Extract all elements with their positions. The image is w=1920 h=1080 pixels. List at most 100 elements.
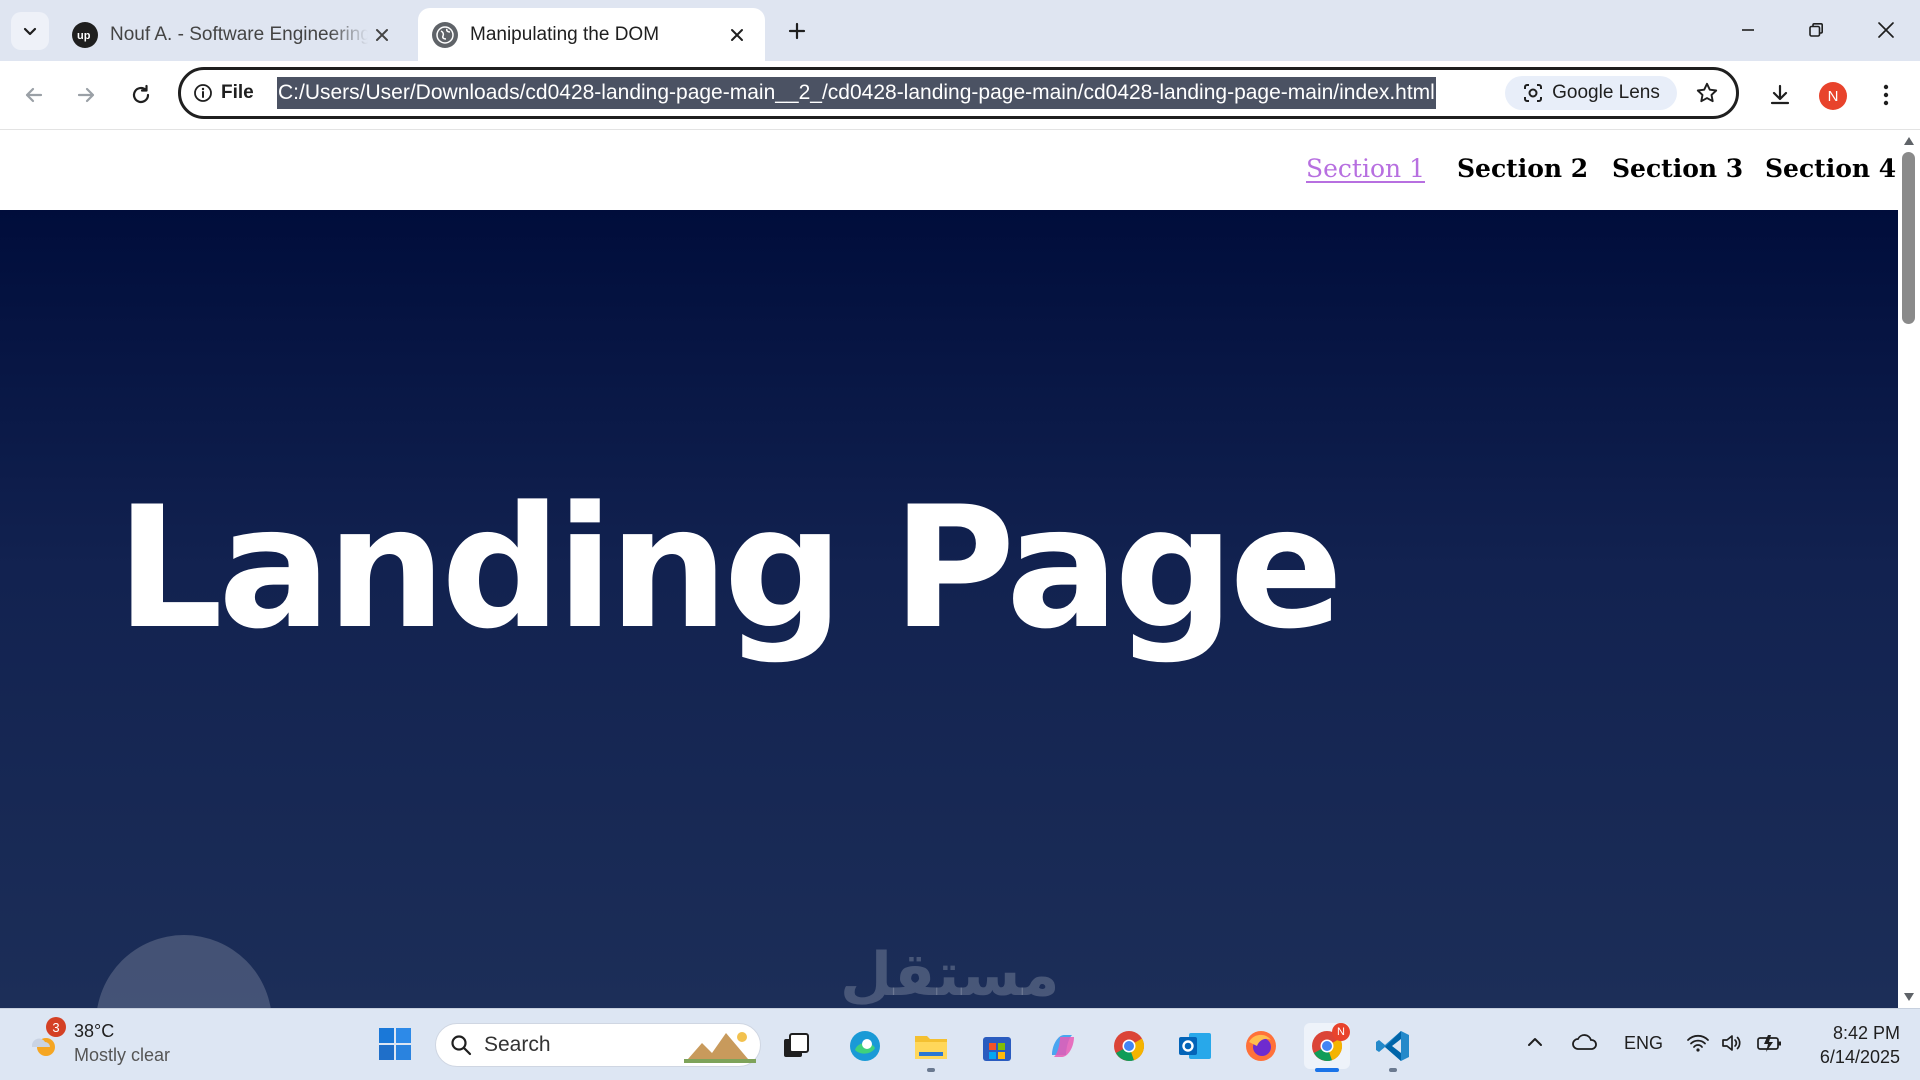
arrow-right-icon [75,84,97,106]
folder-icon [913,1030,949,1062]
lens-icon [1522,82,1544,104]
task-view-icon [781,1031,811,1061]
edge-icon [847,1028,883,1064]
tab-title: Nouf A. - Software Engineering [110,23,368,45]
taskbar-chrome-2[interactable]: N [1304,1023,1350,1072]
store-icon [980,1029,1014,1063]
search-icon [450,1034,472,1056]
address-bar[interactable]: File C:/Users/User/Downloads/cd0428-land… [178,67,1739,119]
wifi-icon [1686,1033,1710,1053]
nav-section-1[interactable]: Section 1 [1306,154,1425,183]
clock[interactable]: 8:42 PM 6/14/2025 [1800,1021,1900,1069]
site-info-label: File [221,82,254,103]
windows-logo-icon [378,1027,412,1061]
svg-text:up: up [77,30,91,42]
arrow-left-icon [23,84,45,106]
close-icon[interactable] [368,21,396,49]
chevron-up-icon [1526,1033,1544,1051]
tab-title: Manipulating the DOM [470,23,660,45]
chrome-profile-badge: N [1332,1023,1350,1041]
firefox-icon [1243,1028,1279,1064]
language-indicator[interactable]: ENG [1624,1033,1663,1054]
clock-time: 8:42 PM [1832,1023,1900,1043]
wifi-button[interactable] [1686,1033,1710,1053]
site-info-button[interactable]: File [193,79,254,107]
search-placeholder: Search [484,1033,551,1056]
minimize-icon [1740,22,1756,38]
info-icon [193,83,213,103]
page-scrollbar[interactable] [1898,130,1920,1008]
nav-section-4[interactable]: Section 4 [1765,154,1896,183]
restore-icon [1808,22,1824,38]
minimize-button[interactable] [1724,8,1772,52]
chevron-down-icon [22,23,38,39]
vscode-icon [1375,1028,1411,1064]
weather-widget[interactable]: 3 38°C Mostly clear [24,1017,171,1067]
scroll-down-arrow[interactable] [1902,990,1916,1004]
volume-icon [1720,1033,1744,1053]
taskbar-chrome-1[interactable] [1106,1023,1152,1069]
download-icon [1768,83,1792,107]
taskbar-outlook[interactable] [1172,1023,1218,1069]
scroll-up-arrow[interactable] [1902,134,1916,148]
taskbar-microsoft-store[interactable] [974,1023,1020,1069]
restore-button[interactable] [1792,8,1840,52]
page-viewport: Section 1 Section 2 Section 3 Section 4 … [0,130,1898,1008]
hero-title: Landing Page [116,470,1343,666]
nav-section-3[interactable]: Section 3 [1612,154,1743,183]
tray-overflow-button[interactable] [1526,1033,1544,1051]
scroll-thumb[interactable] [1902,152,1915,324]
copilot-icon [1046,1029,1080,1063]
tab-strip: up Nouf A. - Software Engineering Manipu… [0,0,1920,61]
taskbar-copilot[interactable] [1040,1023,1086,1069]
windows-taskbar: 3 38°C Mostly clear Search N ENG 8:42 PM… [0,1008,1920,1080]
close-icon[interactable] [723,21,751,49]
url-text[interactable]: C:/Users/User/Downloads/cd0428-landing-p… [277,77,1436,109]
search-highlight-icon [684,1027,756,1063]
decorative-circle [96,935,272,1008]
active-indicator [1315,1068,1339,1072]
page-navbar: Section 1 Section 2 Section 3 Section 4 [0,130,1898,210]
back-button[interactable] [14,75,54,115]
globe-icon [432,21,458,48]
tab-search-button[interactable] [11,12,49,50]
taskbar-file-explorer[interactable] [908,1023,954,1072]
close-window-button[interactable] [1862,8,1910,52]
battery-charging-icon [1756,1033,1784,1053]
tab-upwork[interactable]: up Nouf A. - Software Engineering [58,8,410,61]
star-icon [1695,81,1719,105]
new-tab-button[interactable] [780,14,814,48]
battery-button[interactable] [1756,1033,1784,1053]
reload-button[interactable] [121,75,161,115]
kebab-menu-icon [1883,84,1889,106]
running-indicator [1389,1068,1397,1072]
reload-icon [130,84,152,106]
menu-button[interactable] [1866,75,1906,115]
hero-section: Landing Page مستقل [0,210,1898,1008]
chrome-icon [1111,1028,1147,1064]
taskbar-firefox[interactable] [1238,1023,1284,1069]
taskbar-edge[interactable] [842,1023,888,1069]
forward-button[interactable] [66,75,106,115]
bookmark-star-button[interactable] [1691,77,1723,109]
running-indicator [927,1068,935,1072]
tab-manipulating-dom[interactable]: Manipulating the DOM [418,8,765,61]
nav-section-2[interactable]: Section 2 [1457,154,1588,183]
taskbar-search[interactable]: Search [435,1023,761,1067]
taskbar-vscode[interactable] [1370,1023,1416,1072]
weather-badge: 3 [46,1017,66,1037]
task-view-button[interactable] [773,1023,819,1069]
google-lens-label: Google Lens [1552,82,1660,103]
start-button[interactable] [378,1027,412,1061]
volume-button[interactable] [1720,1033,1744,1053]
weather-condition: Mostly clear [74,1045,171,1065]
onedrive-button[interactable] [1572,1033,1598,1051]
downloads-button[interactable] [1760,75,1800,115]
google-lens-button[interactable]: Google Lens [1505,76,1677,110]
clock-date: 6/14/2025 [1819,1047,1900,1067]
cloud-icon [1572,1033,1598,1051]
profile-avatar[interactable]: N [1819,82,1847,110]
plus-icon [787,21,807,41]
watermark: مستقل [840,940,1060,1008]
upwork-icon: up [72,21,98,48]
